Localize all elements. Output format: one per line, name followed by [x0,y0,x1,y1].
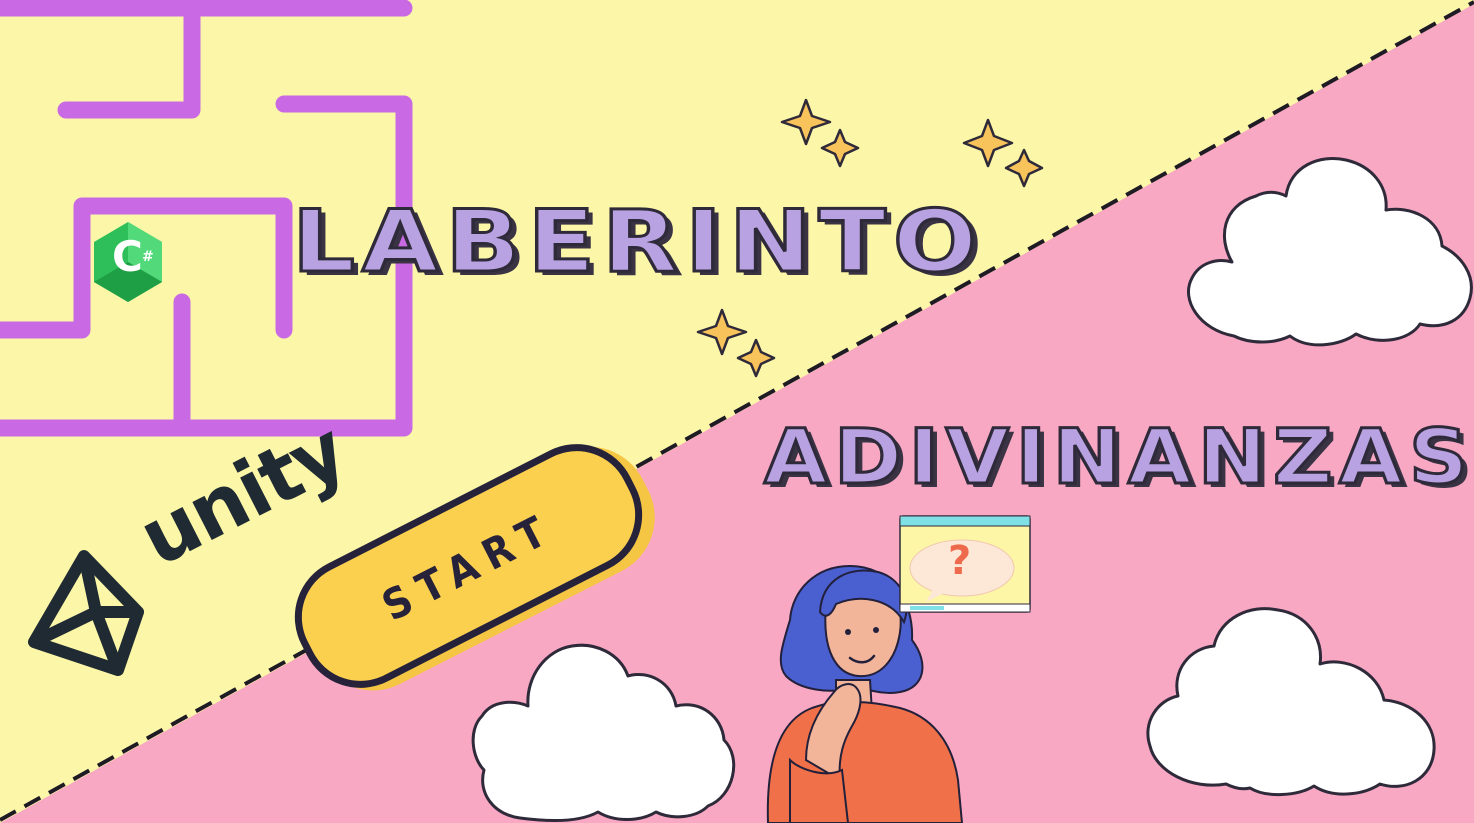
csharp-logo-letter: C [112,232,143,281]
laberinto-title[interactable]: LABERINTO [290,191,984,294]
adivinanzas-title[interactable]: ADIVINANZAS [762,411,1474,503]
csharp-logo-hash: # [142,249,154,265]
question-mark: ? [948,538,972,584]
